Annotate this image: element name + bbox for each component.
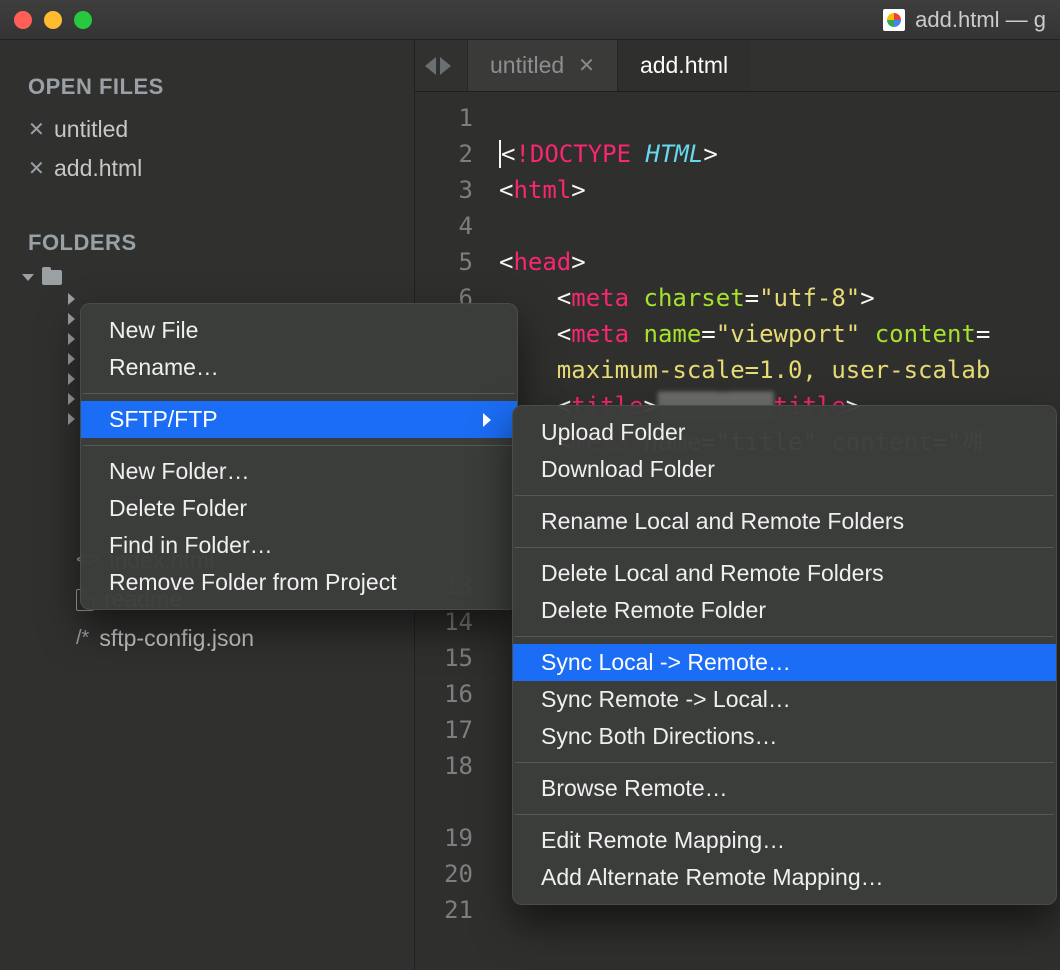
window-title: add.html — g xyxy=(883,7,1046,33)
traffic-lights xyxy=(14,11,92,29)
menu-rename-local-remote[interactable]: Rename Local and Remote Folders xyxy=(513,503,1056,540)
history-nav xyxy=(415,57,461,75)
menu-sftp-ftp[interactable]: SFTP/FTP xyxy=(81,401,517,438)
submenu-arrow-icon xyxy=(483,413,491,427)
menu-find-in-folder[interactable]: Find in Folder… xyxy=(81,527,517,564)
menu-rename[interactable]: Rename… xyxy=(81,349,517,386)
menu-edit-mapping[interactable]: Edit Remote Mapping… xyxy=(513,822,1056,859)
menu-new-file[interactable]: New File xyxy=(81,312,517,349)
chrome-file-icon xyxy=(883,9,905,31)
tab-untitled[interactable]: untitled ✕ xyxy=(467,40,617,91)
tab-label: add.html xyxy=(640,52,728,79)
context-submenu-sftp[interactable]: Upload Folder Download Folder Rename Loc… xyxy=(512,405,1057,905)
folder-icon xyxy=(42,270,62,285)
tab-label: untitled xyxy=(490,52,564,79)
tabbar: untitled ✕ add.html xyxy=(415,40,1060,92)
open-file-item[interactable]: ✕ untitled xyxy=(0,110,414,149)
menu-upload-folder[interactable]: Upload Folder xyxy=(513,414,1056,451)
window-titlebar: add.html — g xyxy=(0,0,1060,40)
context-menu[interactable]: New File Rename… SFTP/FTP New Folder… De… xyxy=(80,303,518,610)
window-title-text: add.html — g xyxy=(915,7,1046,33)
open-files-heading: OPEN FILES xyxy=(0,60,414,110)
menu-delete-local-remote[interactable]: Delete Local and Remote Folders xyxy=(513,555,1056,592)
menu-sync-local-remote[interactable]: Sync Local -> Remote… xyxy=(513,644,1056,681)
menu-new-folder[interactable]: New Folder… xyxy=(81,453,517,490)
menu-browse-remote[interactable]: Browse Remote… xyxy=(513,770,1056,807)
menu-add-mapping[interactable]: Add Alternate Remote Mapping… xyxy=(513,859,1056,896)
menu-download-folder[interactable]: Download Folder xyxy=(513,451,1056,488)
chevron-right-icon[interactable] xyxy=(68,293,81,305)
close-window-icon[interactable] xyxy=(14,11,32,29)
file-item[interactable]: /* sftp-config.json xyxy=(76,619,414,658)
close-icon[interactable]: ✕ xyxy=(28,117,42,142)
json-file-icon: /* xyxy=(76,627,89,650)
menu-delete-folder[interactable]: Delete Folder xyxy=(81,490,517,527)
menu-sync-remote-local[interactable]: Sync Remote -> Local… xyxy=(513,681,1056,718)
menu-sync-both[interactable]: Sync Both Directions… xyxy=(513,718,1056,755)
menu-remove-from-project[interactable]: Remove Folder from Project xyxy=(81,564,517,601)
open-file-item[interactable]: ✕ add.html xyxy=(0,149,414,188)
close-icon[interactable]: ✕ xyxy=(578,53,595,78)
file-name: sftp-config.json xyxy=(99,625,254,652)
open-file-name: untitled xyxy=(54,116,128,143)
history-back-icon[interactable] xyxy=(425,57,436,75)
open-file-name: add.html xyxy=(54,155,142,182)
close-icon[interactable]: ✕ xyxy=(28,156,42,181)
history-forward-icon[interactable] xyxy=(440,57,451,75)
chevron-down-icon[interactable] xyxy=(22,274,34,281)
menu-delete-remote[interactable]: Delete Remote Folder xyxy=(513,592,1056,629)
folder-row[interactable] xyxy=(0,266,414,289)
minimize-window-icon[interactable] xyxy=(44,11,62,29)
zoom-window-icon[interactable] xyxy=(74,11,92,29)
folders-heading: FOLDERS xyxy=(0,216,414,266)
tab-add-html[interactable]: add.html xyxy=(617,40,750,91)
